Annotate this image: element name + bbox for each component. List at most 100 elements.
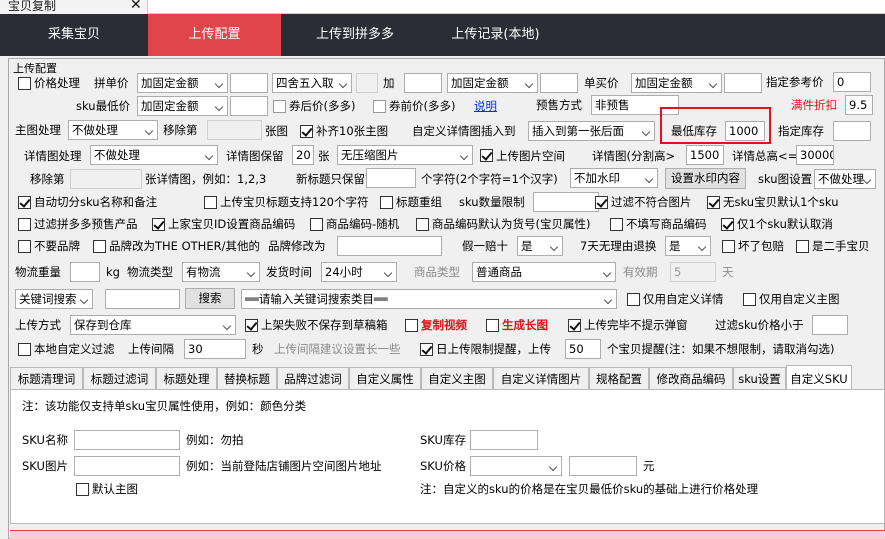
group-price-input[interactable] bbox=[230, 73, 268, 93]
new-title-input[interactable] bbox=[366, 168, 416, 188]
only-custom-detail-checkbox[interactable] bbox=[627, 293, 640, 306]
main-image-unit: 张图 bbox=[265, 124, 288, 138]
sku-price-input[interactable] bbox=[569, 456, 637, 476]
filter-bad-checkbox[interactable] bbox=[595, 196, 608, 209]
sku-limit-label: sku数量限制 bbox=[459, 195, 525, 209]
brand-change-input[interactable] bbox=[337, 236, 442, 256]
copy-video-checkbox[interactable] bbox=[405, 319, 418, 332]
auto-cut-checkbox[interactable] bbox=[18, 196, 31, 209]
no-popup-label: 上传完毕不提示弹窗 bbox=[584, 318, 688, 332]
upload-space-checkbox[interactable] bbox=[480, 149, 493, 162]
document-tab[interactable]: 宝贝复制 ✕ bbox=[0, 0, 148, 14]
no-brand-checkbox[interactable] bbox=[18, 240, 31, 253]
single-price-input[interactable] bbox=[724, 73, 762, 93]
fail-draft-checkbox[interactable] bbox=[245, 319, 258, 332]
rounding-select[interactable]: 四舍五入取 bbox=[272, 73, 352, 93]
default-main-checkbox[interactable] bbox=[76, 483, 89, 496]
upload-id-code-checkbox[interactable] bbox=[152, 218, 165, 231]
weight-input[interactable] bbox=[70, 262, 100, 282]
sku-name-input[interactable] bbox=[74, 430, 180, 450]
no-sku-default-checkbox[interactable] bbox=[707, 196, 720, 209]
compress-select[interactable]: 无压缩图片 bbox=[337, 145, 473, 165]
only-custom-main-checkbox[interactable] bbox=[743, 293, 756, 306]
code-default-goods-checkbox[interactable] bbox=[416, 218, 429, 231]
tab-title-process[interactable]: 标题处理 bbox=[156, 367, 217, 389]
sku-stock-input[interactable] bbox=[470, 430, 538, 450]
search-button[interactable]: 搜索 bbox=[185, 288, 235, 309]
tab-spec-config[interactable]: 规格配置 bbox=[589, 367, 649, 389]
sku-min-mode-select[interactable]: 加固定金额 bbox=[137, 96, 228, 116]
keyword-input[interactable] bbox=[105, 289, 180, 309]
detail-image-mode-select[interactable]: 不做处理 bbox=[90, 145, 218, 165]
tab-modify-code[interactable]: 修改商品编码 bbox=[649, 367, 733, 389]
tab-replace-title[interactable]: 替换标题 bbox=[217, 367, 277, 389]
custom-detail-insert-select[interactable]: 插入到第一张后面 bbox=[528, 121, 655, 141]
nav-upload-record[interactable]: 上传记录(本地) bbox=[429, 14, 562, 56]
no-code-label: 不填写商品编码 bbox=[626, 217, 707, 231]
tab-custom-main[interactable]: 自定义主图 bbox=[421, 367, 493, 389]
discount-input[interactable]: 9.5 bbox=[845, 95, 873, 115]
code-random-checkbox[interactable] bbox=[310, 218, 323, 231]
explain-link[interactable]: 说明 bbox=[474, 96, 497, 116]
detail-keep-input[interactable]: 20 bbox=[292, 145, 314, 165]
title-120-checkbox[interactable] bbox=[204, 196, 217, 209]
nav-collect[interactable]: 采集宝贝 bbox=[0, 14, 148, 56]
tab-title-filter[interactable]: 标题过滤词 bbox=[83, 367, 156, 389]
remove-detail-input[interactable] bbox=[70, 169, 142, 189]
no-brand-label: 不要品牌 bbox=[34, 239, 80, 253]
sku-limit-input[interactable] bbox=[533, 192, 599, 212]
sku-image-input[interactable] bbox=[74, 456, 180, 476]
goods-type-select[interactable]: 普通商品 bbox=[472, 262, 616, 282]
filter-sku-price-input[interactable] bbox=[812, 315, 848, 335]
group-price-mode-select[interactable]: 加固定金额 bbox=[137, 73, 228, 93]
total-height-input[interactable]: 30000 bbox=[796, 145, 834, 165]
no-code-checkbox[interactable] bbox=[610, 218, 623, 231]
tab-custom-detail[interactable]: 自定义详情图片 bbox=[493, 367, 589, 389]
remove-main-input[interactable] bbox=[207, 120, 262, 140]
daily-limit-input[interactable]: 50 bbox=[565, 339, 601, 359]
watermark-select[interactable]: 不加水印 bbox=[570, 168, 658, 188]
set-stock-input[interactable] bbox=[833, 121, 871, 141]
seven-day-select[interactable]: 是 bbox=[665, 236, 711, 256]
plus-mode-input[interactable] bbox=[540, 73, 578, 93]
plus-mode-select[interactable]: 加固定金额 bbox=[447, 73, 538, 93]
watermark-button[interactable]: 设置水印内容 bbox=[665, 168, 746, 189]
logistics-select[interactable]: 有物流 bbox=[182, 262, 260, 282]
interval-input[interactable]: 30 bbox=[184, 339, 246, 359]
main-image-mode-select[interactable]: 不做处理 bbox=[68, 120, 158, 140]
title-regroup-checkbox[interactable] bbox=[380, 196, 393, 209]
daily-limit-checkbox[interactable] bbox=[420, 343, 433, 356]
keyword-mode-select[interactable]: 关键词搜索 bbox=[15, 289, 93, 309]
ref-price-input[interactable]: 0 bbox=[833, 72, 871, 92]
tab-brand-filter[interactable]: 品牌过滤词 bbox=[277, 367, 349, 389]
ship-time-select[interactable]: 24小时 bbox=[321, 262, 397, 282]
coupon-before-checkbox[interactable] bbox=[373, 100, 386, 113]
brand-other-checkbox[interactable] bbox=[93, 240, 106, 253]
tab-custom-sku[interactable]: 自定义SKU bbox=[786, 365, 852, 389]
sku-image-mode-select[interactable]: 不做处理 bbox=[814, 169, 876, 189]
tab-title-clean[interactable]: 标题清理词 bbox=[10, 367, 83, 389]
sku-min-input[interactable] bbox=[230, 96, 268, 116]
single-price-mode-select[interactable]: 加固定金额 bbox=[631, 73, 722, 93]
price-process-checkbox[interactable] bbox=[18, 77, 31, 90]
tab-custom-attr[interactable]: 自定义属性 bbox=[349, 367, 421, 389]
second-hand-checkbox[interactable] bbox=[796, 240, 809, 253]
no-popup-checkbox[interactable] bbox=[568, 319, 581, 332]
fake-select[interactable]: 是 bbox=[517, 236, 563, 256]
coupon-after-checkbox[interactable] bbox=[273, 100, 286, 113]
nav-upload-pdd[interactable]: 上传到拼多多 bbox=[281, 14, 429, 56]
plus-input[interactable] bbox=[404, 73, 442, 93]
tab-sku-settings[interactable]: sku设置 bbox=[733, 367, 786, 389]
close-icon[interactable]: ✕ bbox=[130, 0, 142, 12]
sku-price-mode-select[interactable] bbox=[470, 456, 562, 476]
fill10-checkbox[interactable] bbox=[300, 125, 313, 138]
local-filter-checkbox[interactable] bbox=[18, 343, 31, 356]
category-select[interactable]: ══请输入关键词搜索类目══ bbox=[241, 289, 617, 309]
upload-mode-select[interactable]: 保存到仓库 bbox=[70, 315, 236, 335]
split-height-input[interactable]: 1500 bbox=[686, 145, 724, 165]
gen-long-img-checkbox[interactable] bbox=[486, 319, 499, 332]
single-sku-cancel-checkbox[interactable] bbox=[721, 218, 734, 231]
filter-pdd-presale-checkbox[interactable] bbox=[18, 218, 31, 231]
broken-pay-checkbox[interactable] bbox=[722, 240, 735, 253]
nav-upload-config[interactable]: 上传配置 bbox=[148, 14, 281, 56]
